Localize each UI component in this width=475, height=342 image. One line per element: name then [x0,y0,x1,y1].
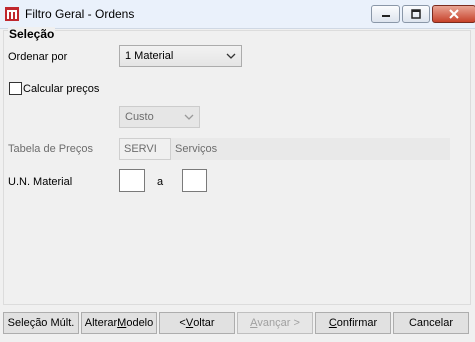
price-table-code: SERVI [124,143,157,155]
order-by-value: 1 Material [125,50,174,62]
back-button[interactable]: < Voltar [159,312,235,334]
close-button[interactable] [432,5,475,23]
chevron-down-icon [184,114,194,120]
confirm-label-post: onfirmar [336,317,378,329]
price-table-code-field[interactable]: SERVI [119,138,171,160]
maximize-icon [411,9,421,19]
minimize-icon [381,15,390,17]
app-logo-icon [5,7,19,21]
change-model-button[interactable]: Alterar Modelo [81,312,157,334]
minimize-button[interactable] [371,5,400,23]
confirm-accelerator: C [328,317,337,329]
cancel-label: Cancelar [408,317,454,329]
cancel-button[interactable]: Cancelar [393,312,469,334]
un-material-from-input[interactable] [119,169,145,192]
price-table-description-field: Serviços [171,138,450,160]
back-label-post: oltar [193,317,215,329]
next-label-post: vançar > [257,317,300,329]
calc-prices-checkbox[interactable] [9,82,22,95]
close-icon [449,9,459,19]
change-model-label-pre: Alterar [84,317,118,329]
window-title: Filtro Geral - Ordens [25,7,135,21]
multi-select-label: Seleção Múlt. [7,317,75,329]
selection-group [3,30,471,305]
cost-select[interactable]: Custo [119,106,200,128]
order-by-label: Ordenar por [8,51,68,63]
maximize-button[interactable] [402,5,430,23]
next-button[interactable]: Avançar > [237,312,313,334]
change-model-label-post: odelo [126,317,154,329]
un-material-label: U.N. Material [8,176,73,188]
title-bar: Filtro Geral - Ordens [0,0,475,29]
confirm-button[interactable]: Confirmar [315,312,391,334]
back-accelerator: V [185,317,194,329]
range-separator: a [157,176,164,188]
order-by-select[interactable]: 1 Material [119,45,242,67]
group-title: Seleção [8,27,56,41]
un-material-to-input[interactable] [182,169,207,192]
change-model-accelerator: M [117,317,127,329]
price-table-label: Tabela de Preços [8,143,93,155]
multi-select-button[interactable]: Seleção Múlt. [3,312,79,334]
calc-prices-label[interactable]: Calcular preços [23,83,99,95]
next-accelerator: A [250,317,258,329]
chevron-down-icon [226,53,236,59]
cost-value: Custo [125,111,154,123]
price-table-description: Serviços [175,143,218,155]
